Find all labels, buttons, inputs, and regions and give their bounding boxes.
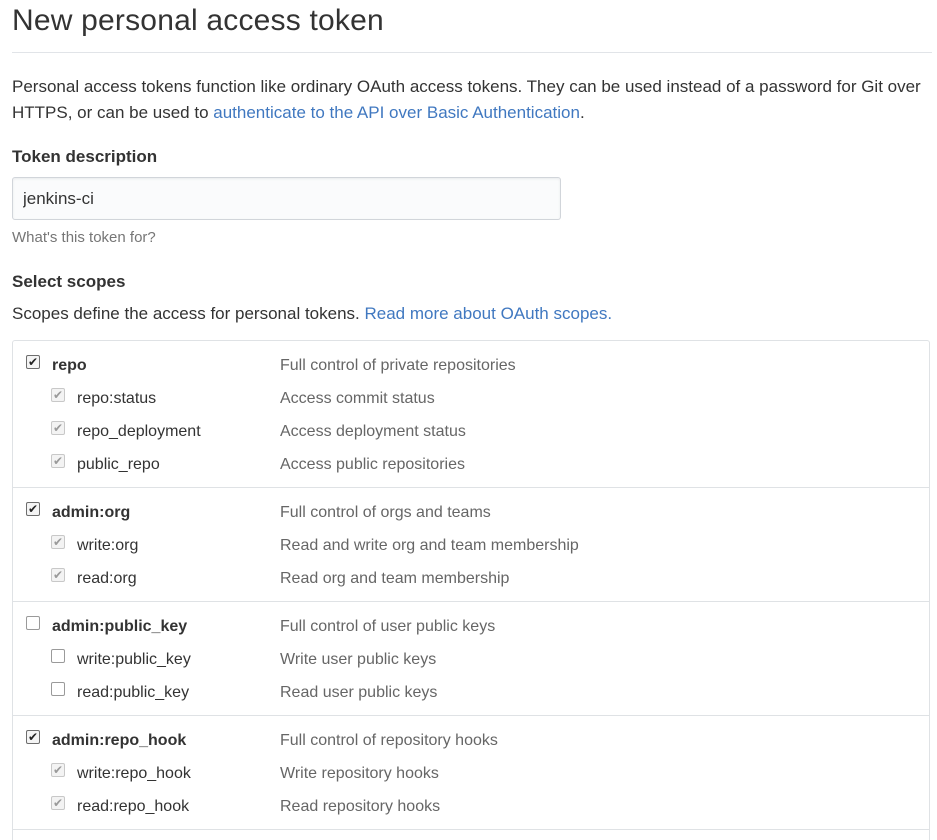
scope-description: Access commit status: [280, 390, 435, 407]
scope-checkbox[interactable]: ✔: [26, 502, 40, 516]
scope-description: Read and write org and team membership: [280, 537, 579, 554]
scope-checkbox[interactable]: ✔: [51, 454, 65, 468]
scope-checkbox[interactable]: ✔: [26, 730, 40, 744]
scope-checkbox[interactable]: [51, 649, 65, 663]
sub-scope-row[interactable]: write:public_key Write user public keys: [13, 643, 929, 676]
scope-name: admin:public_key: [52, 618, 188, 635]
scope-name: read:repo_hook: [77, 798, 190, 815]
sub-scope-row[interactable]: ✔ read:repo_hook Read repository hooks: [13, 790, 929, 823]
scope-description: Write user public keys: [280, 651, 437, 668]
scope-name: write:public_key: [77, 651, 191, 668]
scope-name: repo:status: [77, 390, 157, 407]
scope-checkbox[interactable]: ✔: [51, 421, 65, 435]
scope-name: admin:repo_hook: [52, 732, 187, 749]
sub-scope-row[interactable]: ✔ write:repo_hook Write repository hooks: [13, 757, 929, 790]
title-divider: [12, 52, 932, 53]
scope-checkbox[interactable]: ✔: [51, 763, 65, 777]
scope-checkbox[interactable]: ✔: [51, 568, 65, 582]
scope-checkbox[interactable]: ✔: [26, 355, 40, 369]
scope-name: read:org: [77, 570, 137, 587]
scope-description: Write repository hooks: [280, 765, 439, 782]
intro-end: .: [579, 103, 585, 122]
oauth-scopes-link[interactable]: Read more about OAuth scopes.: [364, 304, 612, 323]
scope-group: ✔ admin:repo_hook Full control of reposito…: [13, 716, 929, 830]
scope-description: Read repository hooks: [280, 798, 441, 815]
sub-scope-row[interactable]: ✔ repo:status Access commit status: [13, 382, 929, 415]
scope-description: Full control of private repositories: [280, 357, 516, 374]
scope-name: write:repo_hook: [77, 765, 191, 782]
basic-auth-link[interactable]: authenticate to the API over Basic Authe…: [213, 103, 580, 122]
scope-description: Read org and team membership: [280, 570, 510, 587]
scope-checkbox[interactable]: ✔: [51, 796, 65, 810]
scope-group: ✔ repo Full control of private repositorie…: [13, 341, 929, 488]
intro-paragraph: Personal access tokens function like ord…: [12, 74, 937, 126]
scopes-intro: Scopes define the access for personal to…: [12, 304, 612, 324]
token-description-note: What's this token for?: [12, 229, 156, 246]
scopes-intro-text: Scopes define the access for personal to…: [12, 304, 365, 323]
scope-name: repo_deployment: [77, 423, 201, 440]
scope-name: write:org: [77, 537, 139, 554]
scope-description: Full control of orgs and teams: [280, 504, 491, 521]
scope-row[interactable]: ✔ repo Full control of private repositorie…: [13, 349, 929, 382]
scope-description: Access deployment status: [280, 423, 466, 440]
scope-name: admin:org: [52, 504, 131, 521]
scope-name: public_repo: [77, 456, 160, 473]
scope-group: admin:public_key Full control of user pub…: [13, 602, 929, 716]
scope-description: Access public repositories: [280, 456, 465, 473]
scope-row[interactable]: ✔ admin:repo_hook Full control of reposito…: [13, 724, 929, 757]
sub-scope-row[interactable]: ✔ read:org Read org and team membership: [13, 562, 929, 595]
sub-scope-row[interactable]: ✔ write:org Read and write org and team me…: [13, 529, 929, 562]
scope-description: Full control of repository hooks: [280, 732, 498, 749]
scope-row[interactable]: ✔ admin:org Full control of orgs and teams: [13, 496, 929, 529]
token-description-input[interactable]: [12, 177, 561, 220]
sub-scope-row[interactable]: ✔ repo_deployment Access deployment status: [13, 415, 929, 448]
scopes-list: ✔ repo Full control of private repositorie…: [12, 340, 930, 840]
scope-name: read:public_key: [77, 684, 190, 701]
scope-checkbox[interactable]: ✔: [51, 535, 65, 549]
sub-scope-row[interactable]: read:public_key Read user public keys: [13, 676, 929, 709]
page-title: New personal access token: [12, 4, 384, 37]
scope-group: ✔ admin:org Full control of orgs and teams…: [13, 488, 929, 602]
token-description-label: Token description: [12, 147, 158, 166]
sub-scope-row[interactable]: ✔ public_repo Access public repositories: [13, 448, 929, 481]
select-scopes-label: Select scopes: [12, 272, 126, 291]
scope-checkbox[interactable]: ✔: [51, 388, 65, 402]
scope-checkbox[interactable]: [26, 616, 40, 630]
scope-checkbox[interactable]: [51, 682, 65, 696]
scope-name: repo: [52, 357, 87, 374]
scope-row[interactable]: admin:public_key Full control of user pub…: [13, 610, 929, 643]
scope-description: Full control of user public keys: [280, 618, 496, 635]
scope-description: Read user public keys: [280, 684, 438, 701]
